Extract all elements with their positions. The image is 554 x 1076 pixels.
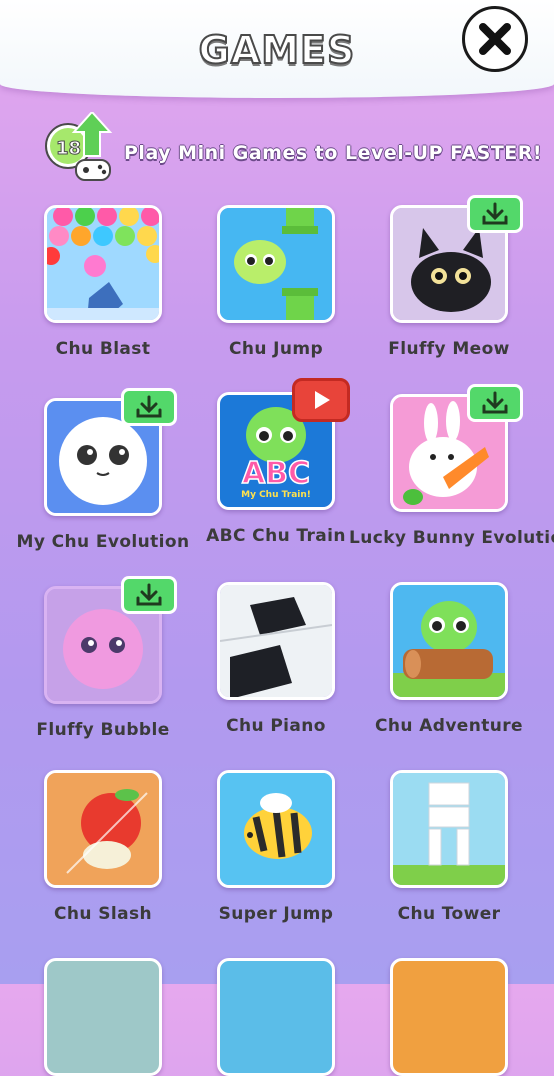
game-label: ABC Chu Train [206, 526, 346, 546]
game-thumbnail [44, 770, 162, 888]
thumb-sub-text: My Chu Train! [241, 490, 311, 500]
game-label: Chu Blast [55, 339, 151, 359]
level-up-arrow-icon: 18 [45, 112, 113, 181]
download-badge[interactable] [467, 384, 523, 422]
download-badge[interactable] [467, 195, 523, 233]
download-icon [482, 202, 508, 225]
promo-text: Play Mini Games to Level-UP FASTER! [124, 142, 543, 164]
game-label: Super Jump [218, 904, 334, 924]
game-label: Lucky Bunny Evolution [349, 528, 554, 548]
close-x-icon [479, 23, 511, 55]
download-icon [482, 391, 508, 414]
thumb-abc-text: ABC [242, 456, 310, 491]
level-number: 18 [56, 138, 81, 159]
game-label: Chu Piano [226, 716, 326, 736]
game-label: Chu Adventure [375, 716, 523, 736]
download-badge[interactable] [121, 576, 177, 614]
game-thumbnail [217, 770, 335, 888]
game-label: Chu Jump [228, 339, 324, 359]
game-thumbnail [44, 205, 162, 323]
game-thumbnail [217, 205, 335, 323]
game-label: Fluffy Meow [388, 339, 510, 359]
play-icon [315, 391, 330, 409]
game-label: Fluffy Bubble [36, 720, 170, 740]
game-thumbnail-partial[interactable] [390, 958, 508, 1076]
download-badge[interactable] [121, 388, 177, 426]
game-thumbnail-partial[interactable] [217, 958, 335, 1076]
game-thumbnail [390, 770, 508, 888]
download-icon [136, 583, 162, 606]
game-label: Chu Slash [54, 904, 152, 924]
game-thumbnail [390, 582, 508, 700]
game-label: Chu Tower [397, 904, 501, 924]
game-label: My Chu Evolution [16, 532, 190, 552]
play-badge[interactable] [292, 378, 350, 422]
level-up-promo: 18 Play Mini Games to Level-UP FASTER! [44, 112, 542, 182]
close-button[interactable] [462, 6, 528, 72]
header-bar: GAMES [0, 0, 554, 98]
download-icon [136, 395, 162, 418]
game-thumbnail [217, 582, 335, 700]
game-thumbnail-partial[interactable] [44, 958, 162, 1076]
